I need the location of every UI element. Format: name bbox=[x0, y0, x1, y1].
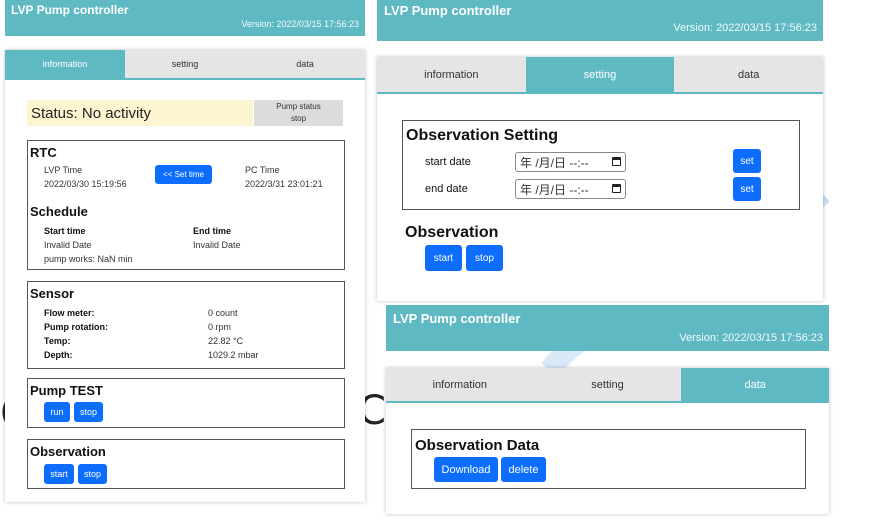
app-title: LVP Pump controller bbox=[11, 3, 129, 17]
information-panel: information setting data Status: No acti… bbox=[5, 50, 365, 502]
observation-card: Observation start stop bbox=[27, 439, 345, 489]
end-date-input[interactable]: 年 /月/日 --:-- bbox=[515, 179, 626, 199]
delete-button[interactable]: delete bbox=[501, 457, 546, 482]
app-title: LVP Pump controller bbox=[384, 3, 512, 18]
observation-setting-card: Observation Setting start date 年 /月/日 --… bbox=[402, 120, 800, 210]
pump-works-text: pump works: NaN min bbox=[44, 254, 133, 264]
rtc-title: RTC bbox=[30, 145, 57, 160]
observation-stop-button[interactable]: stop bbox=[466, 245, 503, 271]
sensor-value: 22.82 °C bbox=[208, 336, 244, 346]
observation-start-button[interactable]: start bbox=[425, 245, 462, 271]
tab-data[interactable]: data bbox=[681, 368, 830, 401]
pc-time-label: PC Time bbox=[245, 165, 280, 175]
observation-start-button[interactable]: start bbox=[44, 464, 74, 484]
pc-time-value: 2022/3/31 23:01:21 bbox=[245, 179, 323, 189]
tab-bar: information setting data bbox=[386, 368, 830, 403]
download-button[interactable]: Download bbox=[434, 457, 498, 482]
rtc-schedule-card: RTC LVP Time 2022/03/30 15:19:56 << Set … bbox=[27, 140, 345, 270]
version-text: Version: 2022/03/15 17:56:23 bbox=[241, 19, 359, 29]
tab-setting[interactable]: setting bbox=[533, 368, 682, 401]
lvp-time-label: LVP Time bbox=[44, 165, 83, 175]
observation-data-title: Observation Data bbox=[415, 437, 540, 454]
start-date-value: 年 /月/日 --:-- bbox=[520, 155, 589, 170]
tab-bar: information setting data bbox=[377, 57, 824, 94]
sensor-value: 0 count bbox=[208, 308, 238, 318]
start-date-input[interactable]: 年 /月/日 --:-- bbox=[515, 152, 626, 172]
set-start-date-button[interactable]: set bbox=[733, 149, 761, 173]
app-header: LVP Pump controller Version: 2022/03/15 … bbox=[377, 0, 823, 41]
tab-bar: information setting data bbox=[5, 50, 365, 80]
tab-data[interactable]: data bbox=[674, 57, 824, 92]
sensor-value: 1029.2 mbar bbox=[208, 350, 259, 360]
tab-information[interactable]: information bbox=[5, 50, 125, 78]
sensor-label: Flow meter: bbox=[44, 308, 95, 318]
sensor-label: Pump rotation: bbox=[44, 322, 108, 332]
observation-title: Observation bbox=[405, 224, 499, 241]
sensor-card: Sensor Flow meter: 0 count Pump rotation… bbox=[27, 281, 345, 369]
pump-status-label: Pump status bbox=[276, 102, 321, 111]
tab-setting[interactable]: setting bbox=[525, 57, 675, 92]
schedule-title: Schedule bbox=[30, 204, 88, 219]
app-header: LVP Pump controller Version: 2022/03/15 … bbox=[5, 0, 365, 36]
version-text: Version: 2022/03/15 17:56:23 bbox=[673, 22, 817, 34]
pump-stop-button[interactable]: stop bbox=[74, 402, 103, 422]
start-date-label: start date bbox=[425, 156, 471, 168]
tab-information[interactable]: information bbox=[386, 368, 534, 401]
pump-run-button[interactable]: run bbox=[44, 402, 70, 422]
sensor-title: Sensor bbox=[30, 286, 75, 301]
calendar-icon[interactable] bbox=[612, 184, 621, 193]
app-title: LVP Pump controller bbox=[393, 311, 521, 326]
end-date-label: end date bbox=[425, 183, 468, 195]
set-time-button[interactable]: << Set time bbox=[155, 165, 212, 184]
data-panel: information setting data Observation Dat… bbox=[386, 368, 830, 514]
observation-data-card: Observation Data Download delete bbox=[411, 429, 806, 489]
pump-test-title: Pump TEST bbox=[30, 383, 103, 398]
tab-setting[interactable]: setting bbox=[125, 50, 245, 78]
start-time-value: Invalid Date bbox=[44, 240, 92, 250]
status-banner: Status: No activity bbox=[27, 100, 253, 126]
setting-panel: information setting data Observation Set… bbox=[377, 57, 824, 301]
calendar-icon[interactable] bbox=[612, 157, 621, 166]
pump-status-box: Pump status stop bbox=[254, 100, 343, 126]
pump-status-value: stop bbox=[290, 114, 307, 123]
end-date-value: 年 /月/日 --:-- bbox=[520, 182, 589, 197]
sensor-value: 0 rpm bbox=[208, 322, 232, 332]
end-time-value: Invalid Date bbox=[193, 240, 241, 250]
end-time-label: End time bbox=[193, 226, 232, 236]
app-header: LVP Pump controller Version: 2022/03/15 … bbox=[386, 305, 829, 351]
tab-information[interactable]: information bbox=[377, 57, 526, 92]
tab-data[interactable]: data bbox=[245, 50, 365, 78]
lvp-time-value: 2022/03/30 15:19:56 bbox=[44, 179, 127, 189]
observation-title: Observation bbox=[30, 444, 106, 459]
set-end-date-button[interactable]: set bbox=[733, 177, 761, 201]
observation-setting-title: Observation Setting bbox=[406, 127, 559, 144]
version-text: Version: 2022/03/15 17:56:23 bbox=[679, 332, 823, 344]
status-text: Status: No activity bbox=[31, 105, 152, 122]
start-time-label: Start time bbox=[44, 226, 86, 236]
sensor-label: Temp: bbox=[44, 336, 71, 346]
pump-test-card: Pump TEST run stop bbox=[27, 378, 345, 428]
sensor-label: Depth: bbox=[44, 350, 73, 360]
observation-stop-button[interactable]: stop bbox=[78, 464, 107, 484]
